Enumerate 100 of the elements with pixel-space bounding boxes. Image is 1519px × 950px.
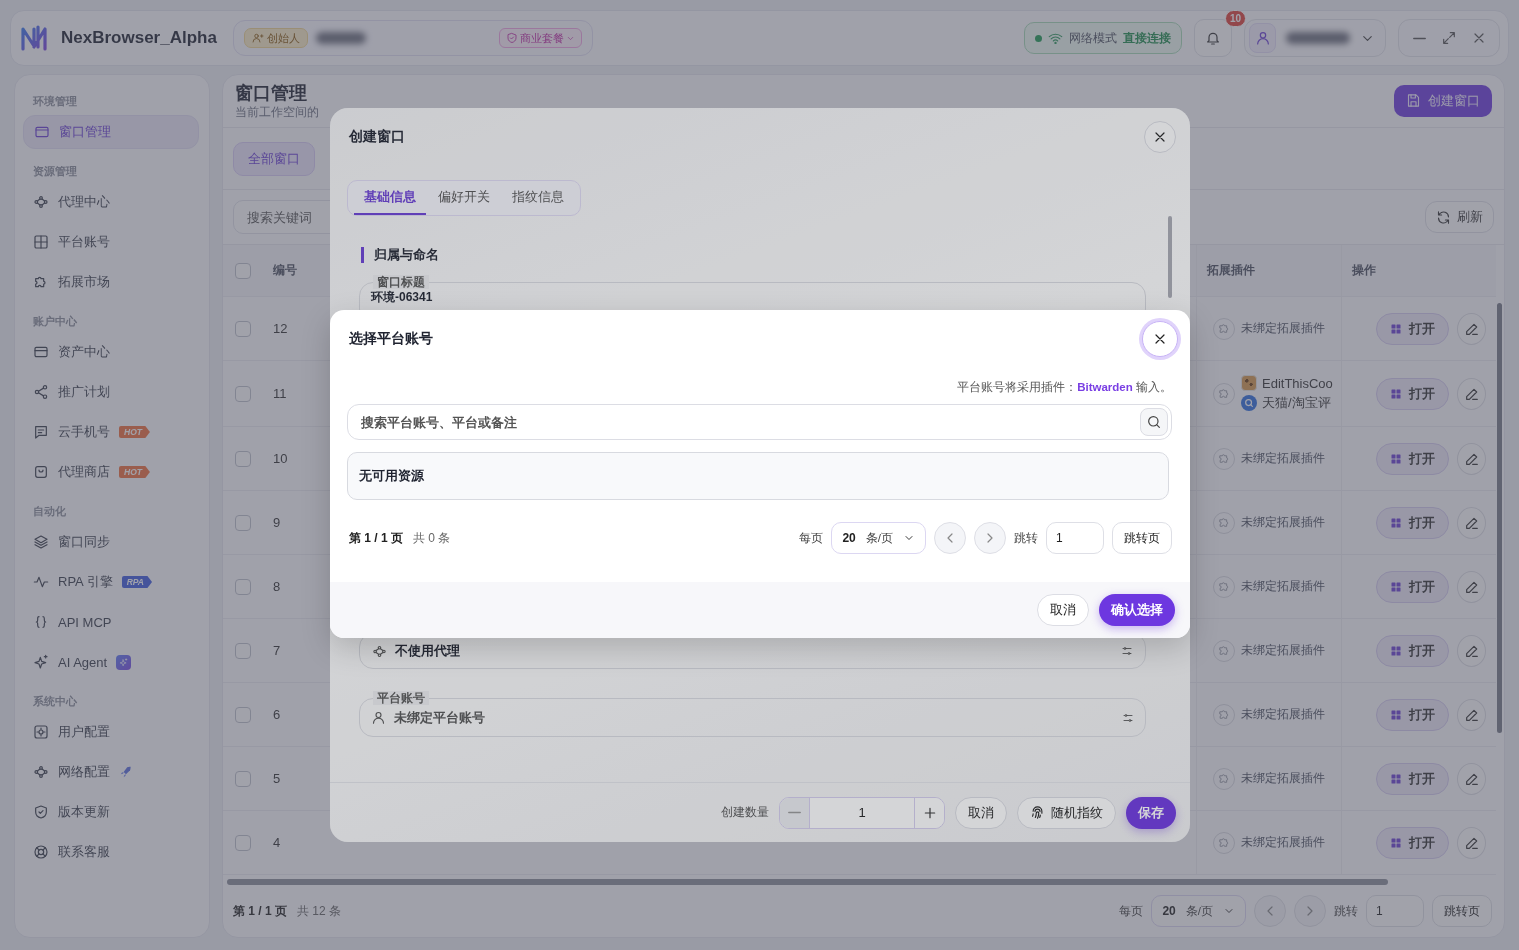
page-input[interactable]: 1 <box>1366 895 1424 928</box>
next-page-button[interactable] <box>974 522 1006 554</box>
edit-button[interactable] <box>1457 762 1486 795</box>
edit-button[interactable] <box>1457 377 1486 410</box>
edit-button[interactable] <box>1457 570 1486 603</box>
page-input[interactable]: 1 <box>1046 522 1104 554</box>
window-icon <box>34 124 50 140</box>
open-button[interactable]: 打开 <box>1376 442 1449 475</box>
nodes-icon <box>33 194 49 210</box>
sidebar-item[interactable]: API MCP <box>23 605 199 639</box>
open-button[interactable]: 打开 <box>1376 762 1449 795</box>
next-page-button[interactable] <box>1294 895 1326 928</box>
edit-button[interactable] <box>1457 506 1486 539</box>
magnifier-icon <box>1241 395 1257 412</box>
close-button[interactable] <box>1144 121 1176 153</box>
open-button[interactable]: 打开 <box>1376 634 1449 667</box>
tiles-icon <box>1390 708 1402 721</box>
search-button[interactable] <box>1140 408 1168 436</box>
row-checkbox[interactable] <box>235 770 251 787</box>
open-button[interactable]: 打开 <box>1376 570 1449 603</box>
sidebar-item[interactable]: 云手机号 HOT <box>23 415 199 449</box>
sidebar-item[interactable]: 资产中心 <box>23 335 199 369</box>
open-button[interactable]: 打开 <box>1376 826 1449 859</box>
confirm-button[interactable]: 确认选择 <box>1099 594 1175 626</box>
filter-tab[interactable]: 全部窗口 <box>233 141 315 176</box>
user-avatar[interactable] <box>1249 23 1277 53</box>
share-icon <box>33 384 49 400</box>
open-button[interactable]: 打开 <box>1376 506 1449 539</box>
row-checkbox[interactable] <box>235 834 251 851</box>
sidebar-item[interactable]: 联系客服 <box>23 835 199 869</box>
save-button[interactable]: 保存 <box>1126 796 1176 829</box>
sidebar-item[interactable]: RPA 引擎 RPA <box>23 565 199 599</box>
redacted-text <box>315 32 366 44</box>
braces-icon <box>33 614 49 630</box>
sidebar-item[interactable]: 拓展市场 <box>23 265 199 299</box>
user-menu[interactable] <box>1244 19 1386 57</box>
vertical-scrollbar[interactable] <box>1497 303 1502 734</box>
random-fingerprint-button[interactable]: 随机指纹 <box>1017 796 1116 829</box>
sidebar-item[interactable]: 代理中心 <box>23 185 199 219</box>
previous-page-button[interactable] <box>934 522 966 554</box>
sidebar-item[interactable]: 用户配置 <box>23 715 199 749</box>
dialog-tab[interactable]: 偏好开关 <box>428 181 500 215</box>
row-checkbox[interactable] <box>235 385 251 402</box>
edit-button[interactable] <box>1457 826 1486 859</box>
sidebar-item[interactable]: 网络配置 <box>23 755 199 789</box>
workspace-selector[interactable]: 创始人 商业套餐 <box>232 20 593 56</box>
edit-button[interactable] <box>1457 698 1486 731</box>
sidebar-item[interactable]: 平台账号 <box>23 225 199 259</box>
scrollbar[interactable] <box>1168 216 1172 298</box>
edit-button[interactable] <box>1457 312 1486 345</box>
puzzle-icon <box>33 274 49 290</box>
cancel-button[interactable]: 取消 <box>955 796 1007 829</box>
message-icon <box>33 424 49 440</box>
account-search-field[interactable]: 搜索平台账号、平台或备注 <box>347 404 1172 440</box>
card-icon <box>33 344 49 360</box>
account-select[interactable]: 平台账号 未绑定平台账号 <box>359 691 1146 737</box>
row-checkbox[interactable] <box>235 578 251 595</box>
increment-button[interactable] <box>914 797 944 828</box>
open-button[interactable]: 打开 <box>1376 312 1449 345</box>
refresh-button[interactable]: 刷新 <box>1425 201 1494 234</box>
row-checkbox[interactable] <box>235 450 251 467</box>
close-button[interactable] <box>1142 321 1178 357</box>
sidebar-item[interactable]: 窗口同步 <box>23 525 199 559</box>
notifications-button[interactable] <box>1194 19 1232 57</box>
app-title: NexBrowser_Alpha <box>61 28 217 48</box>
horizontal-scrollbar[interactable] <box>227 879 1388 886</box>
row-checkbox[interactable] <box>235 642 251 659</box>
dialog-tab[interactable]: 指纹信息 <box>502 181 574 215</box>
users-icon <box>251 32 264 44</box>
row-checkbox[interactable] <box>235 514 251 531</box>
total-count: 共 0 条 <box>413 529 451 547</box>
tiles-icon <box>1390 772 1402 785</box>
row-checkbox[interactable] <box>235 706 251 723</box>
quantity-stepper[interactable]: 1 <box>779 796 945 829</box>
cancel-button[interactable]: 取消 <box>1037 594 1089 626</box>
decrement-button[interactable] <box>780 797 810 828</box>
plan-badge[interactable]: 商业套餐 <box>498 28 582 48</box>
row-checkbox[interactable] <box>235 320 251 337</box>
open-button[interactable]: 打开 <box>1376 377 1449 410</box>
select-all-checkbox[interactable] <box>235 262 251 279</box>
sidebar-item[interactable]: 版本更新 <box>23 795 199 829</box>
jump-button[interactable]: 跳转页 <box>1112 522 1172 554</box>
sidebar-item[interactable]: 代理商店 HOT <box>23 455 199 489</box>
create-window-button[interactable]: 创建窗口 <box>1394 84 1492 117</box>
edit-button[interactable] <box>1457 634 1486 667</box>
grid-icon <box>33 234 49 250</box>
page-size-select[interactable]: 20 条/页 <box>831 522 926 554</box>
sidebar-item[interactable]: 推广计划 <box>23 375 199 409</box>
edit-button[interactable] <box>1457 442 1486 475</box>
plugin-status: 未绑定拓展插件 <box>1241 707 1325 723</box>
sidebar-item[interactable]: AI Agent <box>23 645 199 679</box>
dialog-tab[interactable]: 基础信息 <box>354 181 426 215</box>
jump-button[interactable]: 跳转页 <box>1432 895 1492 928</box>
page-size-select[interactable]: 20 条/页 <box>1151 895 1246 928</box>
open-button[interactable]: 打开 <box>1376 698 1449 731</box>
section-heading: 归属与命名 <box>361 247 1146 263</box>
bag-icon <box>33 464 49 480</box>
tiles-icon <box>1390 836 1402 849</box>
previous-page-button[interactable] <box>1254 895 1286 928</box>
sidebar-item[interactable]: 窗口管理 <box>23 115 199 149</box>
